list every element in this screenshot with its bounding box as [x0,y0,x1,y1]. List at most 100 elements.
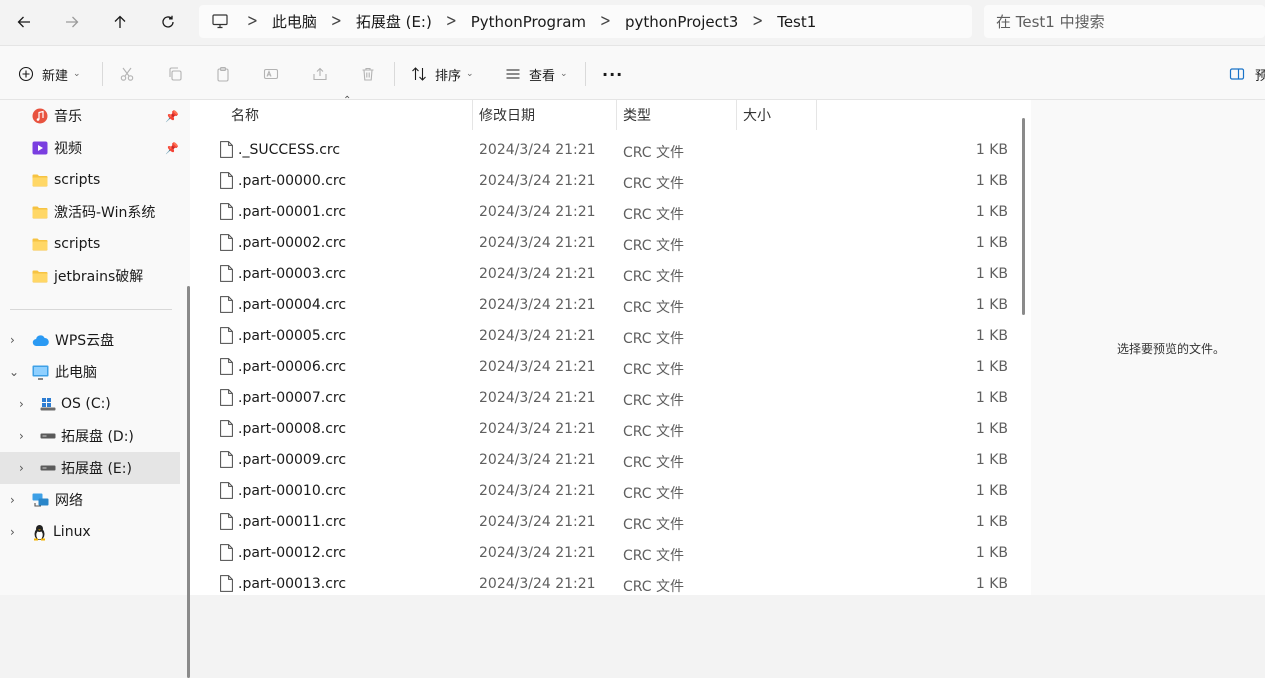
sidebar-item-drive-d[interactable]: › 拓展盘 (D:) [0,420,180,452]
column-header-date[interactable]: 修改日期 [479,100,535,130]
breadcrumb-item[interactable]: PythonProgram [471,13,586,31]
file-type: CRC 文件 [623,300,685,316]
file-date: 2024/3/24 21:21 [479,421,596,437]
file-name: .part-00009.crc [238,452,347,468]
file-icon [220,482,233,499]
chevron-right-icon[interactable]: > [752,12,763,32]
file-row[interactable]: .part-00000.crc 2024/3/24 21:21 CRC 文件 1 KB [190,166,1016,197]
sort-button[interactable]: 排序 ⌄ [411,60,474,88]
column-divider[interactable] [616,100,617,130]
chevron-right-icon[interactable]: › [10,493,15,507]
sidebar-item-linux[interactable]: › Linux [0,516,180,548]
forward-button[interactable] [56,6,88,38]
file-row[interactable]: .part-00009.crc 2024/3/24 21:21 CRC 文件 1 KB [190,445,1016,476]
file-date: 2024/3/24 21:21 [479,173,596,189]
address-bar[interactable]: > 此电脑 > 拓展盘 (E:) > PythonProgram > pytho… [199,5,972,38]
chevron-right-icon[interactable]: › [10,525,15,539]
file-date: 2024/3/24 21:21 [479,328,596,344]
file-size: 1 KB [975,297,1008,313]
copy-button[interactable] [167,60,183,88]
chevron-right-icon[interactable]: > [331,12,342,32]
sidebar-item-network[interactable]: › 网络 [0,484,180,516]
sidebar-item-video[interactable]: 视频 📌 [0,132,180,164]
sidebar-item-label: 拓展盘 (E:) [61,461,132,477]
chevron-right-icon[interactable]: > [600,12,611,32]
sidebar-item-label: WPS云盘 [55,333,115,349]
sidebar-item-this-pc[interactable]: ⌄ 此电脑 [0,356,180,388]
file-size: 1 KB [975,514,1008,530]
breadcrumb-item[interactable]: Test1 [777,13,816,31]
file-row[interactable]: .part-00010.crc 2024/3/24 21:21 CRC 文件 1 KB [190,476,1016,507]
sidebar-item-folder[interactable]: jetbrains破解 [0,260,180,292]
delete-button[interactable] [360,60,376,88]
file-icon [220,575,233,592]
breadcrumb-item[interactable]: 拓展盘 (E:) [356,11,432,32]
file-date: 2024/3/24 21:21 [479,359,596,375]
pin-icon[interactable]: 📌 [165,110,179,123]
sidebar-item-wps-cloud[interactable]: › WPS云盘 [0,324,180,356]
chevron-right-icon[interactable]: › [19,397,24,411]
chevron-right-icon[interactable]: > [446,12,457,32]
column-divider[interactable] [736,100,737,130]
divider [102,62,103,86]
pin-icon[interactable]: 📌 [165,142,179,155]
sidebar-item-music[interactable]: 音乐 📌 [0,100,180,132]
paste-button[interactable] [215,60,231,88]
sidebar-item-drive-e[interactable]: › 拓展盘 (E:) [0,452,180,484]
file-name: .part-00001.crc [238,204,347,220]
chevron-right-icon[interactable]: › [19,461,24,475]
file-row[interactable]: .part-00008.crc 2024/3/24 21:21 CRC 文件 1 KB [190,414,1016,445]
chevron-down-icon[interactable]: ⌄ [9,365,19,379]
file-row[interactable]: .part-00001.crc 2024/3/24 21:21 CRC 文件 1 KB [190,197,1016,228]
file-row[interactable]: .part-00013.crc 2024/3/24 21:21 CRC 文件 1 KB [190,569,1016,600]
more-options-button[interactable]: ··· [602,60,623,88]
column-header-type[interactable]: 类型 [623,100,651,130]
file-type: CRC 文件 [623,362,685,378]
search-placeholder: 在 Test1 中搜索 [996,13,1105,31]
sidebar-item-folder[interactable]: scripts [0,164,180,196]
file-icon [220,389,233,406]
sidebar-item-drive-c[interactable]: › OS (C:) [0,388,180,420]
file-row[interactable]: .part-00004.crc 2024/3/24 21:21 CRC 文件 1 KB [190,290,1016,321]
file-size: 1 KB [975,483,1008,499]
file-row[interactable]: .part-00005.crc 2024/3/24 21:21 CRC 文件 1 KB [190,321,1016,352]
file-row[interactable]: .part-00007.crc 2024/3/24 21:21 CRC 文件 1 KB [190,383,1016,414]
column-header-size[interactable]: 大小 [743,100,771,130]
windows-drive-icon [40,398,56,411]
file-icon [220,358,233,375]
file-size: 1 KB [975,421,1008,437]
cut-button[interactable] [119,60,135,88]
file-row[interactable]: .part-00012.crc 2024/3/24 21:21 CRC 文件 1 KB [190,538,1016,569]
file-name: .part-00002.crc [238,235,347,251]
file-row[interactable]: .part-00006.crc 2024/3/24 21:21 CRC 文件 1 KB [190,352,1016,383]
search-input[interactable]: 在 Test1 中搜索 [984,5,1265,38]
file-icon [220,327,233,344]
file-type: CRC 文件 [623,393,685,409]
view-button[interactable]: 查看 ⌄ [505,60,568,88]
sidebar-item-folder[interactable]: 激活码-Win系统 [0,196,180,228]
share-button[interactable] [312,60,328,88]
file-row[interactable]: .part-00011.crc 2024/3/24 21:21 CRC 文件 1 KB [190,507,1016,538]
chevron-right-icon[interactable]: > [247,12,258,32]
column-divider[interactable] [472,100,473,130]
new-button[interactable]: 新建 ⌄ [18,60,81,88]
breadcrumb-item[interactable]: pythonProject3 [625,13,738,31]
up-button[interactable] [104,6,136,38]
breadcrumb-item[interactable]: 此电脑 [272,11,317,32]
column-divider[interactable] [816,100,817,130]
chevron-right-icon[interactable]: › [10,333,15,347]
video-icon [32,141,48,155]
file-row[interactable]: ._SUCCESS.crc 2024/3/24 21:21 CRC 文件 1 KB [190,135,1016,166]
refresh-button[interactable] [152,6,184,38]
rename-button[interactable] [263,60,279,88]
file-type: CRC 文件 [623,455,685,471]
column-header-name[interactable]: 名称 [231,100,259,130]
sidebar-item-folder[interactable]: scripts [0,228,180,260]
file-list-scrollbar[interactable] [1022,118,1025,315]
file-row[interactable]: .part-00003.crc 2024/3/24 21:21 CRC 文件 1 KB [190,259,1016,290]
back-button[interactable] [8,6,40,38]
preview-pane-button[interactable]: 预 [1229,60,1265,88]
file-row[interactable]: .part-00002.crc 2024/3/24 21:21 CRC 文件 1 KB [190,228,1016,259]
file-date: 2024/3/24 21:21 [479,576,596,592]
chevron-right-icon[interactable]: › [19,429,24,443]
